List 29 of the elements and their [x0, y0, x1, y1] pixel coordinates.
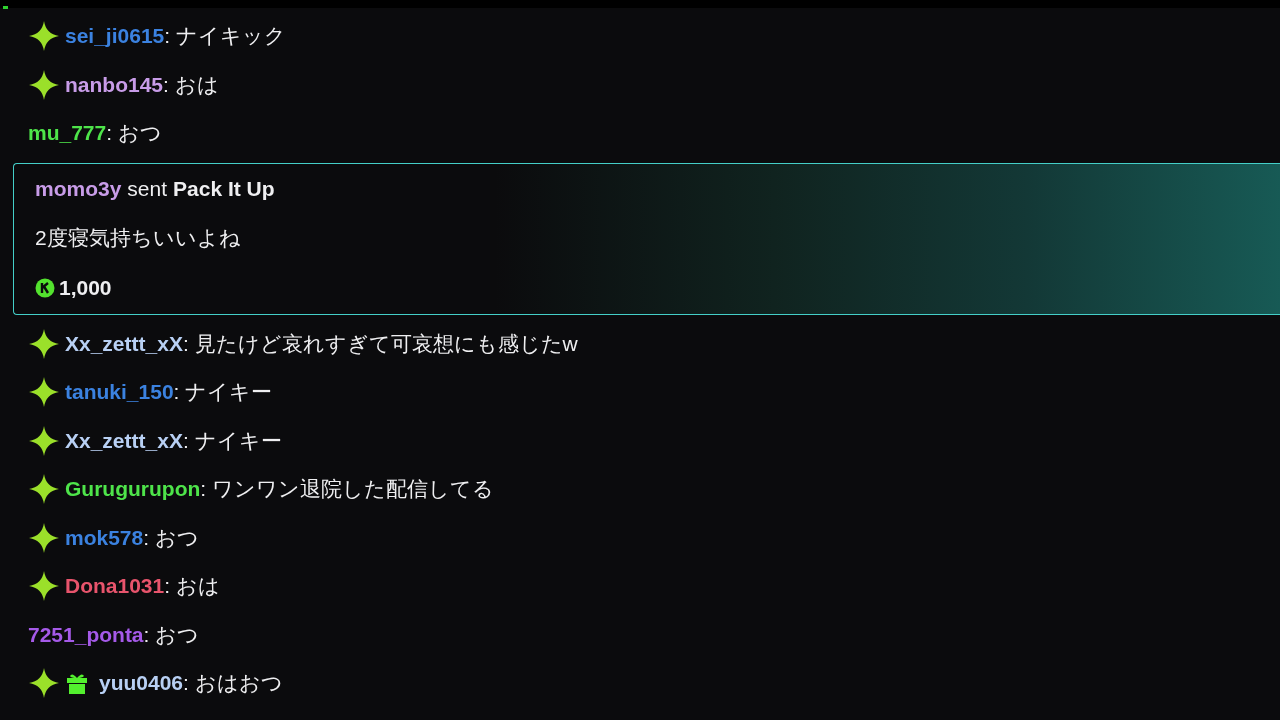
chat-message: : ナイキック [164, 23, 286, 50]
username[interactable]: Xx_zettt_xX [65, 428, 183, 453]
chat-message: : おつ [143, 524, 199, 551]
chat-message: : ワンワン退院した配信してる [200, 476, 494, 503]
gift-message: 2度寝気持ちいいよね [35, 225, 241, 252]
chat-message: : ナイキー [182, 427, 282, 454]
indicator-mark [3, 6, 8, 9]
chat-message: : 見たけど哀れすぎて可哀想にも感じたw [182, 330, 578, 357]
username[interactable]: Gurugurupon [65, 477, 201, 502]
username[interactable]: Dona1031 [65, 574, 165, 599]
gift-name: Pack It Up [173, 177, 275, 202]
username[interactable]: momo3y [35, 177, 122, 202]
username[interactable]: yuu0406 [99, 671, 184, 696]
coin-icon [35, 277, 55, 298]
username[interactable]: tanuki_150 [65, 380, 174, 405]
username[interactable]: sei_ji0615 [65, 24, 165, 49]
chat-message: : おは [163, 71, 219, 98]
username[interactable]: Xx_zettt_xX [65, 331, 183, 356]
username[interactable]: 7251_ponta [28, 622, 144, 647]
chat-message: : おつ [143, 621, 200, 648]
chat-message: : おはおつ [183, 670, 283, 697]
chat-message: : おは [164, 573, 220, 600]
username[interactable]: mok578 [65, 525, 144, 550]
coin-amount: 1,000 [59, 275, 112, 300]
username[interactable]: nanbo145 [65, 72, 164, 97]
chat-message: : おつ [106, 120, 162, 147]
chat-message: : ナイキー [173, 379, 273, 406]
username[interactable]: mu_777 [28, 121, 107, 146]
sent-label: sent [127, 177, 168, 202]
